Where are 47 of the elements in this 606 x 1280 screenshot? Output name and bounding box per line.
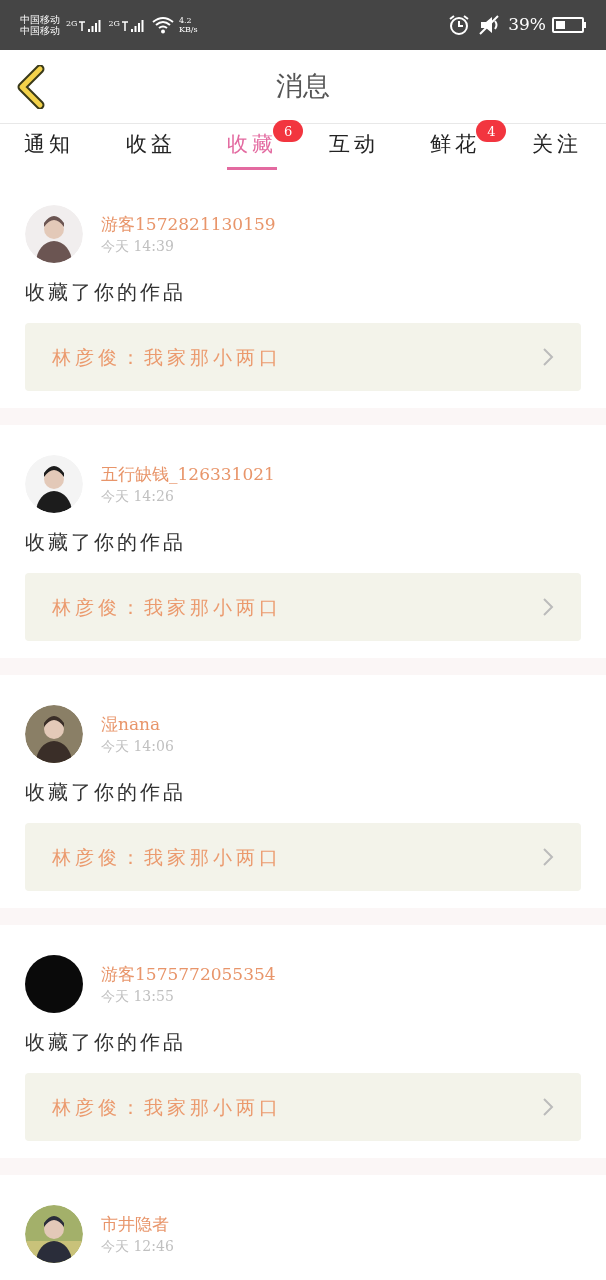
user-name[interactable]: 游客1572821130159 [101, 212, 276, 236]
chevron-right-icon [542, 347, 554, 367]
work-title: 林彦俊：我家那小两口 [52, 1094, 282, 1120]
message-time: 今天 12:46 [101, 1237, 174, 1256]
badge: 4 [476, 120, 507, 143]
user-name[interactable]: 五行缺钱_126331021 [101, 462, 275, 486]
user-name[interactable]: 湿nana [101, 712, 174, 736]
user-name[interactable]: 市井隐者 [101, 1212, 174, 1236]
back-icon[interactable] [16, 64, 46, 109]
work-title: 林彦俊：我家那小两口 [52, 594, 282, 620]
work-title: 林彦俊：我家那小两口 [52, 844, 282, 870]
message-text: 收藏了你的作品 [25, 529, 187, 556]
work-link[interactable]: 林彦俊：我家那小两口 [25, 1073, 581, 1141]
signal-icon [78, 18, 103, 32]
work-title: 林彦俊：我家那小两口 [52, 344, 282, 370]
tab[interactable]: 互动 [328, 129, 379, 170]
carrier-label: 中国移动 [20, 14, 60, 25]
avatar [25, 955, 83, 1013]
work-link[interactable]: 林彦俊：我家那小两口 [25, 573, 581, 641]
chevron-right-icon [542, 847, 554, 867]
speed-value: 4.2 [178, 16, 193, 25]
message-time: 今天 14:26 [101, 487, 175, 506]
speed-unit: KB/s [178, 25, 198, 34]
carrier-label: 中国移动 [20, 25, 60, 36]
chevron-right-icon [542, 597, 554, 617]
user-name[interactable]: 游客1575772055354 [101, 962, 276, 986]
tab[interactable]: 关注 [531, 129, 582, 170]
badge: 6 [273, 120, 304, 143]
network-label: 2G [66, 18, 78, 30]
message-text: 收藏了你的作品 [25, 779, 187, 806]
work-link[interactable]: 林彦俊：我家那小两口 [25, 823, 581, 891]
battery-percent: 39% [508, 13, 546, 37]
message-time: 今天 14:06 [101, 737, 174, 756]
tab[interactable]: 收益 [125, 129, 176, 170]
message-time: 今天 13:55 [101, 987, 175, 1006]
wifi-icon [150, 16, 175, 34]
alarm-icon [448, 14, 471, 36]
message-text: 收藏了你的作品 [25, 279, 187, 306]
page-title: 消息 [276, 69, 330, 104]
signal-icon [120, 18, 145, 32]
tab[interactable]: 通知 [24, 129, 74, 170]
network-label: 2G [108, 18, 120, 30]
message-text: 收藏了你的作品 [25, 1029, 187, 1056]
battery-icon [552, 17, 584, 33]
chevron-right-icon [542, 1097, 554, 1117]
work-link[interactable]: 林彦俊：我家那小两口 [25, 323, 581, 391]
message-time: 今天 14:39 [101, 237, 175, 256]
